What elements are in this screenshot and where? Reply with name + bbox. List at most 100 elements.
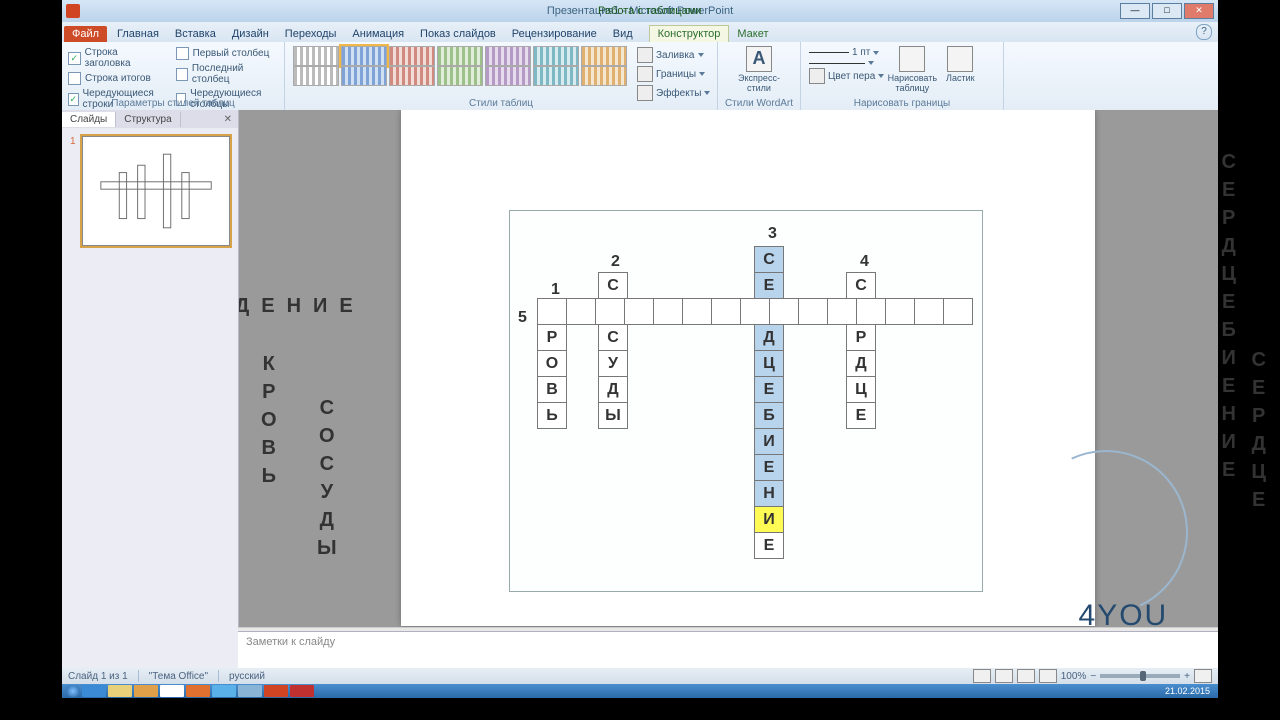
cell[interactable]: Ы bbox=[598, 402, 628, 429]
fit-to-window-button[interactable] bbox=[1194, 669, 1212, 683]
cell[interactable] bbox=[566, 298, 596, 325]
start-button[interactable] bbox=[66, 685, 80, 697]
cell[interactable] bbox=[537, 298, 567, 325]
taskbar-powerpoint-icon[interactable] bbox=[264, 685, 288, 697]
taskbar-skype-icon[interactable] bbox=[212, 685, 236, 697]
close-button[interactable]: ✕ bbox=[1184, 3, 1214, 19]
cell[interactable]: Е bbox=[754, 532, 784, 559]
chk-header-row[interactable] bbox=[68, 52, 81, 65]
cell[interactable] bbox=[827, 298, 857, 325]
cell[interactable] bbox=[682, 298, 712, 325]
cell[interactable] bbox=[769, 298, 799, 325]
tab-home[interactable]: Главная bbox=[109, 26, 167, 42]
taskbar-ie-icon[interactable] bbox=[82, 685, 106, 697]
pen-weight[interactable]: 1 пт bbox=[807, 46, 886, 59]
cell[interactable] bbox=[711, 298, 741, 325]
cell[interactable]: Е bbox=[846, 402, 876, 429]
cell[interactable]: Б bbox=[754, 402, 784, 429]
fill-button[interactable]: Заливка bbox=[635, 46, 712, 64]
taskbar-chrome-icon[interactable] bbox=[160, 685, 184, 697]
tab-table-design[interactable]: Конструктор bbox=[649, 25, 730, 42]
status-lang[interactable]: русский bbox=[229, 671, 265, 682]
cell[interactable]: Н bbox=[754, 480, 784, 507]
cell[interactable] bbox=[624, 298, 654, 325]
tab-table-layout[interactable]: Макет bbox=[729, 26, 776, 42]
view-normal-button[interactable] bbox=[973, 669, 991, 683]
cell[interactable]: Е bbox=[754, 454, 784, 481]
chk-total-row[interactable] bbox=[68, 72, 81, 85]
cell[interactable]: Д bbox=[754, 324, 784, 351]
maximize-button[interactable]: □ bbox=[1152, 3, 1182, 19]
taskbar-explorer-icon[interactable] bbox=[108, 685, 132, 697]
tab-view[interactable]: Вид bbox=[605, 26, 641, 42]
pen-style[interactable] bbox=[807, 60, 886, 66]
cell[interactable]: Е bbox=[754, 272, 784, 299]
help-icon[interactable]: ? bbox=[1196, 24, 1212, 40]
tab-slideshow[interactable]: Показ слайдов bbox=[412, 26, 504, 42]
cell[interactable] bbox=[885, 298, 915, 325]
cell[interactable]: В bbox=[537, 376, 567, 403]
cell[interactable] bbox=[943, 298, 973, 325]
slide-canvas[interactable]: 3 2 4 1 5 С Е Д Ц Е Б И Е Н И bbox=[401, 110, 1095, 626]
windows-taskbar[interactable]: 21.02.2015 bbox=[62, 684, 1218, 698]
zoom-label[interactable]: 100% bbox=[1061, 671, 1087, 682]
tab-animation[interactable]: Анимация bbox=[344, 26, 412, 42]
sidetab-outline[interactable]: Структура bbox=[116, 112, 180, 127]
taskbar-app2-icon[interactable] bbox=[290, 685, 314, 697]
wordart-quick-styles[interactable]: A Экспресс- стили bbox=[737, 44, 781, 93]
close-pane-icon[interactable]: ✕ bbox=[218, 114, 238, 125]
cell[interactable]: Е bbox=[754, 376, 784, 403]
sidetab-slides[interactable]: Слайды bbox=[62, 112, 116, 127]
eraser-button[interactable]: Ластик bbox=[938, 44, 982, 93]
chk-last-col[interactable] bbox=[176, 68, 188, 81]
zoom-slider[interactable] bbox=[1100, 674, 1180, 678]
cell[interactable]: Р bbox=[537, 324, 567, 351]
tab-design[interactable]: Дизайн bbox=[224, 26, 277, 42]
cell-cursor[interactable]: И bbox=[754, 506, 784, 533]
cell[interactable]: С bbox=[598, 272, 628, 299]
taskbar-app-icon[interactable] bbox=[238, 685, 262, 697]
cell[interactable]: И bbox=[754, 428, 784, 455]
pen-color[interactable]: Цвет пера bbox=[807, 67, 886, 85]
slide-edit-area[interactable]: ДЕНИЕ КРОВЬ СОСУДЫ 3 2 4 1 5 С Е Д bbox=[239, 110, 1218, 668]
cell[interactable]: Ц bbox=[754, 350, 784, 377]
taskbar-vlc-icon[interactable] bbox=[186, 685, 210, 697]
tab-file[interactable]: Файл bbox=[64, 26, 107, 42]
cell[interactable]: С bbox=[598, 324, 628, 351]
view-reading-button[interactable] bbox=[1017, 669, 1035, 683]
cell[interactable]: С bbox=[754, 246, 784, 273]
cell[interactable]: Р bbox=[846, 324, 876, 351]
zoom-plus[interactable]: + bbox=[1184, 671, 1190, 682]
draw-table-button[interactable]: Нарисовать таблицу bbox=[890, 44, 934, 93]
cell[interactable]: Ь bbox=[537, 402, 567, 429]
taskbar-wmp-icon[interactable] bbox=[134, 685, 158, 697]
app-icon bbox=[66, 4, 80, 18]
cell[interactable]: С bbox=[846, 272, 876, 299]
cell[interactable] bbox=[653, 298, 683, 325]
cell[interactable] bbox=[798, 298, 828, 325]
notes-pane[interactable]: Заметки к слайду bbox=[238, 631, 1218, 668]
borders-button[interactable]: Границы bbox=[635, 65, 712, 83]
cell[interactable] bbox=[856, 298, 886, 325]
chk-first-col[interactable] bbox=[176, 47, 189, 60]
tab-review[interactable]: Рецензирование bbox=[504, 26, 605, 42]
crossword-table[interactable]: 3 2 4 1 5 С Е Д Ц Е Б И Е Н И bbox=[509, 210, 983, 592]
cell[interactable]: Д bbox=[846, 350, 876, 377]
tab-transitions[interactable]: Переходы bbox=[277, 26, 345, 42]
zoom-minus[interactable]: − bbox=[1090, 671, 1096, 682]
view-sorter-button[interactable] bbox=[995, 669, 1013, 683]
cell[interactable] bbox=[914, 298, 944, 325]
cell[interactable] bbox=[740, 298, 770, 325]
cell[interactable] bbox=[595, 298, 625, 325]
table-styles-gallery[interactable] bbox=[291, 44, 629, 102]
cell[interactable]: О bbox=[537, 350, 567, 377]
tab-insert[interactable]: Вставка bbox=[167, 26, 224, 42]
cell[interactable]: Д bbox=[598, 376, 628, 403]
thumb-number: 1 bbox=[70, 136, 78, 246]
view-slideshow-button[interactable] bbox=[1039, 669, 1057, 683]
cell[interactable]: У bbox=[598, 350, 628, 377]
taskbar-clock[interactable]: 21.02.2015 bbox=[1165, 686, 1214, 696]
slide-thumbnail[interactable] bbox=[82, 136, 230, 246]
minimize-button[interactable]: — bbox=[1120, 3, 1150, 19]
cell[interactable]: Ц bbox=[846, 376, 876, 403]
